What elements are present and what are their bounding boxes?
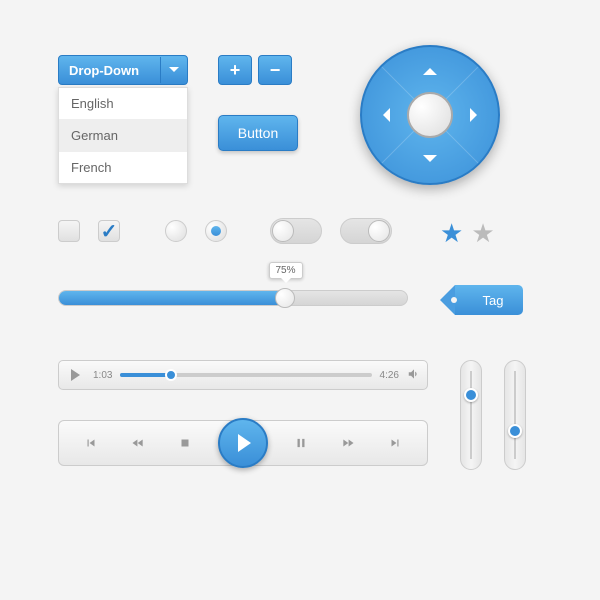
button-label: Button xyxy=(238,125,278,141)
audio-total-time: 4:26 xyxy=(380,370,399,381)
progress-fill xyxy=(59,291,285,305)
chevron-down-icon[interactable] xyxy=(160,57,186,83)
dropdown-button[interactable]: Drop-Down xyxy=(58,55,188,85)
play-button[interactable] xyxy=(218,418,268,468)
progress-tooltip: 75% xyxy=(268,262,302,279)
toggle-knob-icon xyxy=(368,220,390,242)
slider-handle[interactable] xyxy=(508,424,522,438)
minus-button[interactable]: − xyxy=(258,55,292,85)
primary-button[interactable]: Button xyxy=(218,115,298,151)
audio-player: 1:03 4:26 xyxy=(58,360,428,390)
plus-icon: + xyxy=(230,60,241,81)
checkbox-checked[interactable]: ✓ xyxy=(98,220,120,242)
progress-handle[interactable] xyxy=(275,288,295,308)
dropdown-item-french[interactable]: French xyxy=(59,152,187,183)
progress-slider[interactable]: 75% xyxy=(58,290,408,306)
tag-badge[interactable]: Tag xyxy=(455,285,523,315)
dpad-control xyxy=(360,45,500,185)
tag-hole-icon xyxy=(451,297,457,303)
audio-handle[interactable] xyxy=(165,369,177,381)
radio-unselected[interactable] xyxy=(165,220,187,242)
dropdown-list: English German French xyxy=(58,87,188,184)
volume-icon[interactable] xyxy=(407,367,421,384)
toggle-off[interactable] xyxy=(340,218,392,244)
rewind-button[interactable] xyxy=(124,429,152,457)
audio-seek-slider[interactable] xyxy=(120,373,371,377)
minus-icon: − xyxy=(270,60,281,81)
audio-current-time: 1:03 xyxy=(93,370,112,381)
checkbox-unchecked[interactable] xyxy=(58,220,80,242)
dpad-right-icon[interactable] xyxy=(470,108,484,122)
vertical-slider-2[interactable] xyxy=(504,360,526,470)
dropdown-item-english[interactable]: English xyxy=(59,88,187,120)
dropdown-label: Drop-Down xyxy=(59,63,159,78)
skip-forward-button[interactable] xyxy=(381,429,409,457)
media-controls xyxy=(58,420,428,466)
vertical-slider-1[interactable] xyxy=(460,360,482,470)
toggle-on[interactable] xyxy=(270,218,322,244)
star-empty-icon[interactable]: ★ xyxy=(471,218,494,249)
dropdown-item-german[interactable]: German xyxy=(59,120,187,152)
radio-selected[interactable] xyxy=(205,220,227,242)
plus-button[interactable]: + xyxy=(218,55,252,85)
dpad-down-icon[interactable] xyxy=(423,155,437,169)
audio-fill xyxy=(120,373,170,377)
audio-play-button[interactable] xyxy=(65,365,85,385)
dpad-center-button[interactable] xyxy=(407,92,453,138)
tag-label: Tag xyxy=(483,293,504,308)
radio-dot-icon xyxy=(211,226,221,236)
dpad-up-icon[interactable] xyxy=(423,61,437,75)
fast-forward-button[interactable] xyxy=(334,429,362,457)
toggle-knob-icon xyxy=(272,220,294,242)
slider-handle[interactable] xyxy=(464,388,478,402)
star-filled-icon[interactable]: ★ xyxy=(440,218,463,249)
skip-back-button[interactable] xyxy=(77,429,105,457)
check-icon: ✓ xyxy=(101,219,118,244)
dpad-left-icon[interactable] xyxy=(376,108,390,122)
play-icon xyxy=(238,434,251,452)
play-icon xyxy=(71,369,80,381)
pause-button[interactable] xyxy=(287,429,315,457)
stop-button[interactable] xyxy=(171,429,199,457)
